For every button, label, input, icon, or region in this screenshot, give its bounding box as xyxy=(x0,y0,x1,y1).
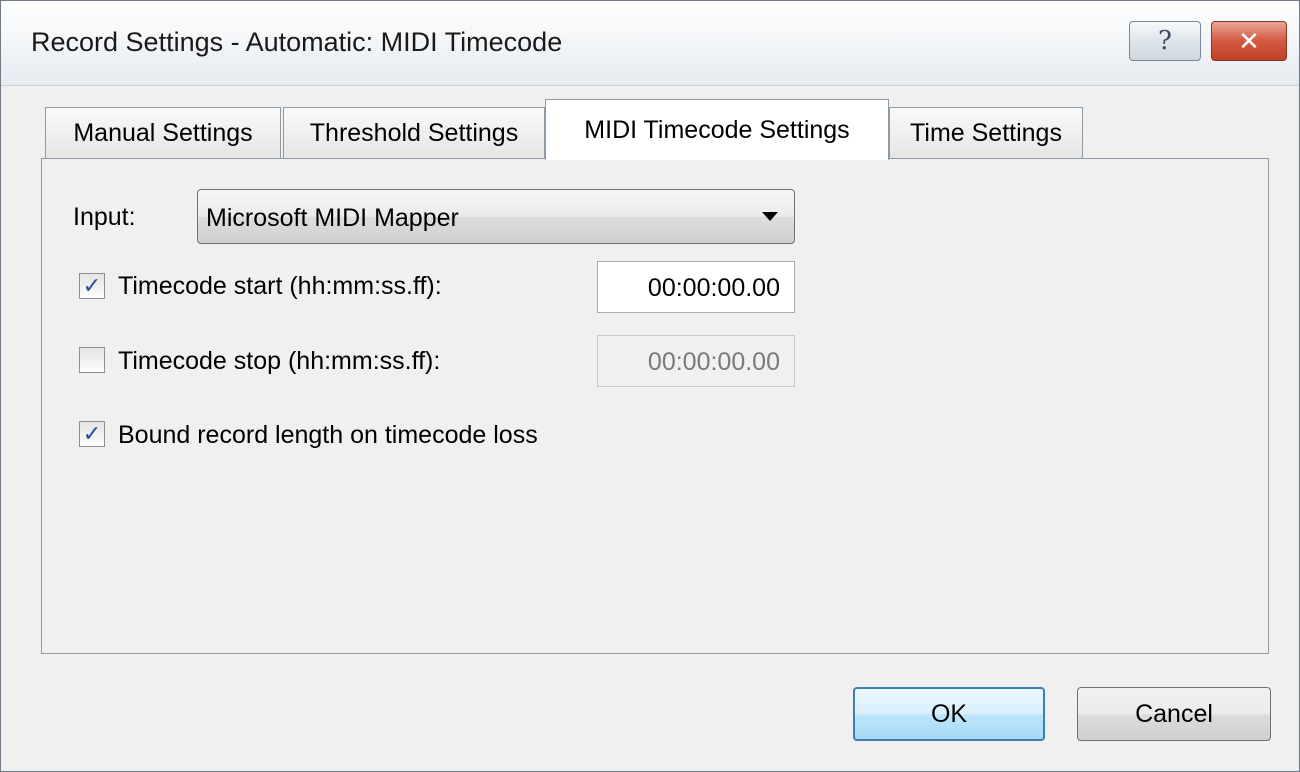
record-settings-dialog: Record Settings - Automatic: MIDI Timeco… xyxy=(0,0,1300,772)
ok-button[interactable]: OK xyxy=(853,687,1045,741)
cancel-button[interactable]: Cancel xyxy=(1077,687,1271,741)
timecode-stop-checkbox[interactable] xyxy=(79,347,105,373)
close-icon: ✕ xyxy=(1238,25,1260,56)
tab-manual-settings[interactable]: Manual Settings xyxy=(45,107,281,159)
cancel-button-label: Cancel xyxy=(1135,699,1213,728)
timecode-stop-field[interactable]: 00:00:00.00 xyxy=(597,335,795,387)
input-dropdown-value: Microsoft MIDI Mapper xyxy=(206,204,459,232)
check-icon: ✓ xyxy=(82,273,102,298)
help-icon: ? xyxy=(1158,26,1172,56)
timecode-stop-label: Timecode stop (hh:mm:ss.ff): xyxy=(118,347,441,375)
close-button[interactable]: ✕ xyxy=(1211,21,1287,61)
help-button[interactable]: ? xyxy=(1129,21,1201,61)
tab-time-settings[interactable]: Time Settings xyxy=(889,107,1083,159)
input-dropdown[interactable]: Microsoft MIDI Mapper xyxy=(197,189,795,244)
tab-label: MIDI Timecode Settings xyxy=(584,115,850,144)
ok-button-label: OK xyxy=(930,699,968,728)
tab-label: Manual Settings xyxy=(73,119,253,147)
window-title: Record Settings - Automatic: MIDI Timeco… xyxy=(31,27,563,57)
chevron-down-icon xyxy=(762,212,778,221)
tab-label: Threshold Settings xyxy=(309,119,519,147)
bound-record-length-checkbox[interactable]: ✓ xyxy=(79,421,105,447)
tab-label: Time Settings xyxy=(910,119,1062,147)
input-label: Input: xyxy=(73,203,136,231)
bound-record-length-label: Bound record length on timecode loss xyxy=(118,421,538,449)
timecode-start-field[interactable]: 00:00:00.00 xyxy=(597,261,795,313)
title-bar: Record Settings - Automatic: MIDI Timeco… xyxy=(1,1,1299,86)
timecode-start-label: Timecode start (hh:mm:ss.ff): xyxy=(118,272,442,300)
tab-threshold-settings[interactable]: Threshold Settings xyxy=(283,107,545,159)
tab-midi-timecode-settings[interactable]: MIDI Timecode Settings xyxy=(545,99,889,160)
timecode-start-checkbox[interactable]: ✓ xyxy=(79,273,105,299)
check-icon: ✓ xyxy=(82,421,102,446)
